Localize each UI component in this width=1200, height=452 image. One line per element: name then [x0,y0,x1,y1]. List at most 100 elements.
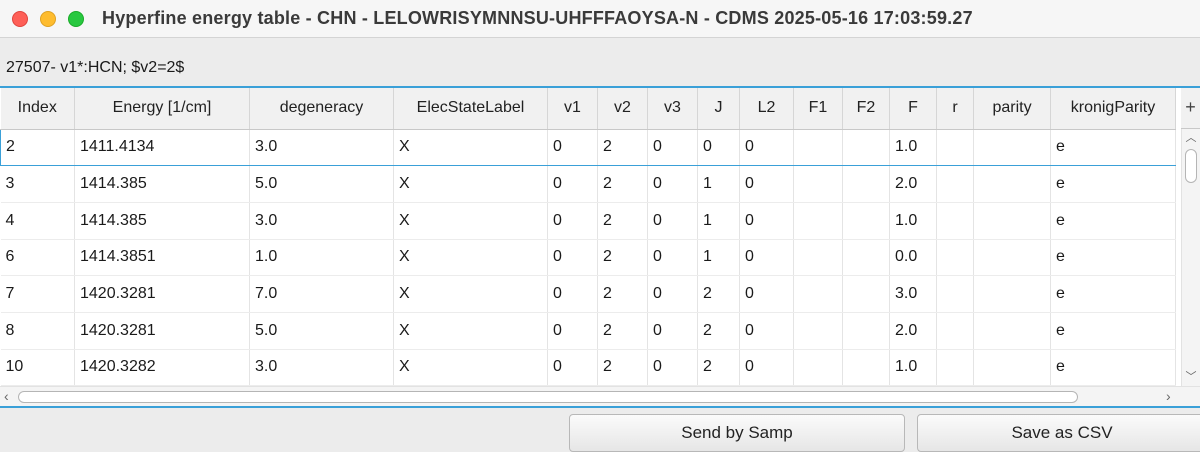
cell-elec-state-label[interactable]: X [393,312,548,350]
cell-f1[interactable] [793,312,843,350]
cell-f2[interactable] [842,239,890,277]
cell-v2[interactable]: 2 [597,239,648,277]
cell-j[interactable]: 2 [697,312,740,350]
table-row[interactable]: 7 1420.3281 7.0 X 0 2 0 2 0 3.0 e [0,275,1176,313]
cell-r[interactable] [936,349,974,387]
cell-parity[interactable] [973,239,1051,277]
cell-f2[interactable] [842,275,890,313]
table-row[interactable]: 3 1414.385 5.0 X 0 2 0 1 0 2.0 e [0,165,1176,203]
cell-f[interactable]: 0.0 [889,239,937,277]
cell-v3[interactable]: 0 [647,312,698,350]
cell-f[interactable]: 1.0 [889,128,937,167]
cell-v2[interactable]: 2 [597,128,648,167]
cell-elec-state-label[interactable]: X [393,165,548,203]
column-header-parity[interactable]: parity [973,88,1051,130]
cell-j[interactable]: 0 [697,128,740,167]
cell-energy[interactable]: 1414.385 [74,165,250,203]
cell-l2[interactable]: 0 [739,275,794,313]
cell-degeneracy[interactable]: 1.0 [249,239,394,277]
cell-j[interactable]: 1 [697,202,740,240]
table-row[interactable]: 2 1411.4134 3.0 X 0 2 0 0 0 1.0 e [0,128,1176,167]
column-header-v1[interactable]: v1 [547,88,598,130]
cell-f1[interactable] [793,165,843,203]
column-header-r[interactable]: r [936,88,974,130]
cell-r[interactable] [936,202,974,240]
cell-energy[interactable]: 1420.3281 [74,312,250,350]
cell-index[interactable]: 10 [0,349,75,387]
cell-v3[interactable]: 0 [647,128,698,167]
cell-v1[interactable]: 0 [547,349,598,387]
column-header-l2[interactable]: L2 [739,88,794,130]
cell-elec-state-label[interactable]: X [393,349,548,387]
cell-v2[interactable]: 2 [597,165,648,203]
cell-degeneracy[interactable]: 5.0 [249,165,394,203]
cell-elec-state-label[interactable]: X [393,275,548,313]
column-header-f1[interactable]: F1 [793,88,843,130]
cell-l2[interactable]: 0 [739,349,794,387]
cell-j[interactable]: 2 [697,275,740,313]
cell-v2[interactable]: 2 [597,349,648,387]
cell-v2[interactable]: 2 [597,275,648,313]
cell-v3[interactable]: 0 [647,165,698,203]
scroll-up-icon[interactable]: ︿ [1182,131,1200,145]
horizontal-scrollbar[interactable]: ‹ › [0,386,1200,406]
cell-index[interactable]: 4 [0,202,75,240]
cell-kronig-parity[interactable]: e [1050,239,1176,277]
cell-l2[interactable]: 0 [739,202,794,240]
column-header-f[interactable]: F [889,88,937,130]
cell-f[interactable]: 2.0 [889,165,937,203]
table-row[interactable]: 8 1420.3281 5.0 X 0 2 0 2 0 2.0 e [0,312,1176,350]
column-header-energy[interactable]: Energy [1/cm] [74,88,250,130]
scroll-left-icon[interactable]: ‹ [4,387,18,407]
cell-elec-state-label[interactable]: X [393,202,548,240]
cell-energy[interactable]: 1411.4134 [74,128,250,167]
column-header-elec-state-label[interactable]: ElecStateLabel [393,88,548,130]
cell-f[interactable]: 1.0 [889,202,937,240]
cell-f2[interactable] [842,165,890,203]
close-window-icon[interactable] [12,11,28,27]
cell-parity[interactable] [973,312,1051,350]
cell-index[interactable]: 2 [0,128,75,167]
cell-degeneracy[interactable]: 3.0 [249,202,394,240]
cell-energy[interactable]: 1420.3281 [74,275,250,313]
cell-f1[interactable] [793,275,843,313]
column-header-j[interactable]: J [697,88,740,130]
minimize-window-icon[interactable] [40,11,56,27]
cell-parity[interactable] [973,349,1051,387]
cell-r[interactable] [936,239,974,277]
cell-elec-state-label[interactable]: X [393,239,548,277]
send-by-samp-button[interactable]: Send by Samp [569,414,905,452]
cell-parity[interactable] [973,202,1051,240]
cell-degeneracy[interactable]: 3.0 [249,349,394,387]
cell-parity[interactable] [973,165,1051,203]
cell-degeneracy[interactable]: 5.0 [249,312,394,350]
cell-r[interactable] [936,312,974,350]
column-header-f2[interactable]: F2 [842,88,890,130]
cell-r[interactable] [936,275,974,313]
scroll-right-icon[interactable]: › [1166,387,1180,407]
cell-l2[interactable]: 0 [739,312,794,350]
cell-v2[interactable]: 2 [597,312,648,350]
cell-f[interactable]: 2.0 [889,312,937,350]
cell-v1[interactable]: 0 [547,275,598,313]
cell-kronig-parity[interactable]: e [1050,165,1176,203]
cell-v1[interactable]: 0 [547,312,598,350]
cell-v1[interactable]: 0 [547,239,598,277]
cell-f2[interactable] [842,312,890,350]
cell-degeneracy[interactable]: 7.0 [249,275,394,313]
cell-parity[interactable] [973,275,1051,313]
cell-v3[interactable]: 0 [647,202,698,240]
table-row[interactable]: 6 1414.3851 1.0 X 0 2 0 1 0 0.0 e [0,239,1176,277]
maximize-window-icon[interactable] [68,11,84,27]
cell-energy[interactable]: 1414.3851 [74,239,250,277]
column-menu-plus-icon[interactable]: + [1181,88,1200,129]
horizontal-scroll-thumb[interactable] [18,391,1078,403]
cell-f2[interactable] [842,202,890,240]
cell-r[interactable] [936,128,974,167]
cell-kronig-parity[interactable]: e [1050,349,1176,387]
save-as-csv-button[interactable]: Save as CSV [917,414,1200,452]
cell-v2[interactable]: 2 [597,202,648,240]
cell-parity[interactable] [973,128,1051,167]
cell-f1[interactable] [793,128,843,167]
cell-f[interactable]: 1.0 [889,349,937,387]
